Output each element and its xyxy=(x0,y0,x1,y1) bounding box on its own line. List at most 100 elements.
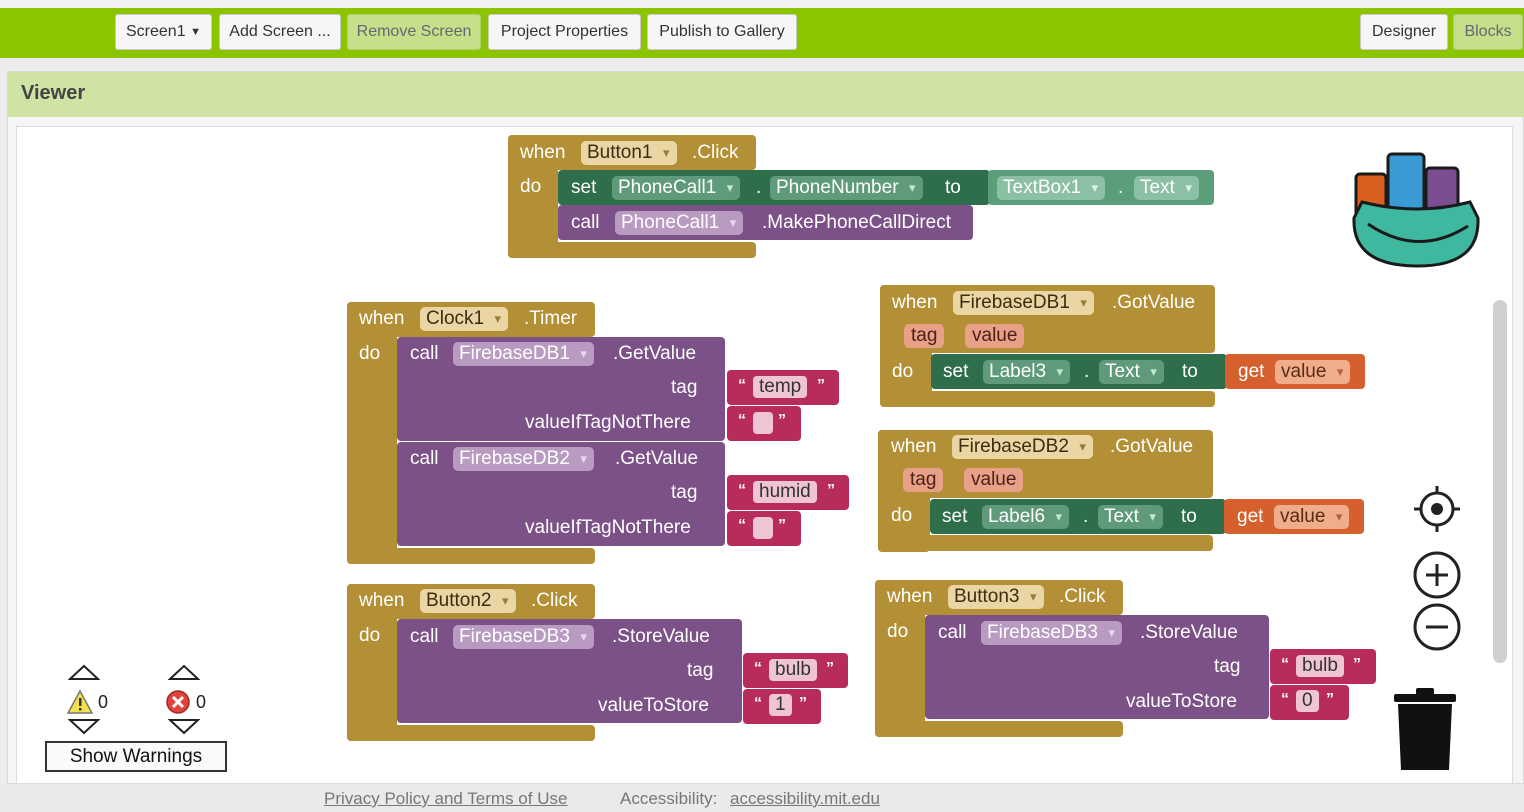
do-label: do xyxy=(891,505,913,526)
empty-text-value[interactable] xyxy=(753,412,773,434)
zoom-in-icon[interactable] xyxy=(1412,550,1462,600)
text-value[interactable]: 1 xyxy=(769,694,792,716)
component-dropdown[interactable]: Clock1 xyxy=(420,307,509,331)
to-label: to xyxy=(945,177,961,198)
workspace-scrollbar[interactable] xyxy=(1493,300,1507,663)
do-label: do xyxy=(520,176,542,197)
quote-icon: “ xyxy=(754,695,762,712)
to-label: to xyxy=(1181,506,1197,527)
text-value[interactable]: humid xyxy=(753,481,817,503)
zoom-out-icon[interactable] xyxy=(1412,602,1462,652)
tag-label: tag xyxy=(671,482,698,503)
project-properties-button[interactable]: Project Properties xyxy=(488,14,641,50)
call-component-dropdown[interactable]: FirebaseDB2 xyxy=(453,447,594,471)
warning-prev-icon[interactable] xyxy=(68,664,100,680)
get-label: get xyxy=(1238,361,1265,382)
quote-icon: ” xyxy=(817,377,825,394)
quote-icon: “ xyxy=(1281,656,1289,673)
warning-icon xyxy=(66,689,94,715)
text-value[interactable]: bulb xyxy=(1296,655,1344,677)
value-if-tag-label: valueIfTagNotThere xyxy=(525,517,691,538)
center-icon[interactable] xyxy=(1412,484,1462,534)
set-label: set xyxy=(571,177,597,198)
trash-icon[interactable] xyxy=(1392,688,1458,772)
get-property-dropdown[interactable]: Text xyxy=(1134,176,1199,200)
component-dropdown[interactable]: Button2 xyxy=(420,589,516,613)
set-label: set xyxy=(943,361,969,382)
method-label: .StoreValue xyxy=(612,626,710,647)
accessibility-link[interactable]: accessibility.mit.edu xyxy=(730,789,880,809)
method-label: .MakePhoneCallDirect xyxy=(762,212,952,233)
call-component-dropdown[interactable]: FirebaseDB3 xyxy=(453,625,594,649)
call-component-dropdown[interactable]: FirebaseDB1 xyxy=(453,342,594,366)
error-icon xyxy=(165,689,191,715)
variable-dropdown[interactable]: value xyxy=(1275,360,1351,384)
variable-dropdown[interactable]: value xyxy=(1274,505,1350,529)
screen-selector[interactable]: Screen1 ▼ xyxy=(115,14,212,50)
publish-gallery-button[interactable]: Publish to Gallery xyxy=(647,14,797,50)
call-label: call xyxy=(938,622,967,643)
dot-label: . xyxy=(756,177,762,198)
get-label: get xyxy=(1237,506,1264,527)
text-value[interactable]: 0 xyxy=(1296,690,1319,712)
remove-screen-button[interactable]: Remove Screen xyxy=(347,14,481,50)
warning-next-icon[interactable] xyxy=(68,719,100,735)
dot-label: . xyxy=(1083,506,1089,527)
param-value[interactable]: value xyxy=(964,468,1024,492)
privacy-link[interactable]: Privacy Policy and Terms of Use xyxy=(324,789,567,809)
value-to-store-label: valueToStore xyxy=(1126,691,1237,712)
empty-text-value[interactable] xyxy=(753,517,773,539)
call-label: call xyxy=(410,343,439,364)
call-component-dropdown[interactable]: FirebaseDB3 xyxy=(981,621,1122,645)
text-value[interactable]: bulb xyxy=(769,659,817,681)
error-count: 0 xyxy=(196,692,207,712)
set-component-dropdown[interactable]: Label6 xyxy=(982,505,1070,529)
get-component-dropdown[interactable]: TextBox1 xyxy=(997,176,1106,200)
param-tag[interactable]: tag xyxy=(904,324,945,348)
event-label: .GotValue xyxy=(1110,436,1194,457)
call-component-dropdown[interactable]: PhoneCall1 xyxy=(615,211,744,235)
do-label: do xyxy=(892,361,914,382)
to-label: to xyxy=(1182,361,1198,382)
set-property-dropdown[interactable]: PhoneNumber xyxy=(770,176,923,200)
value-if-tag-label: valueIfTagNotThere xyxy=(525,412,691,433)
call-label: call xyxy=(410,448,439,469)
designer-button[interactable]: Designer xyxy=(1360,14,1448,50)
event-label: .GotValue xyxy=(1112,292,1196,313)
component-dropdown[interactable]: Button1 xyxy=(581,141,677,165)
text-value[interactable]: temp xyxy=(753,376,808,398)
quote-icon: ” xyxy=(826,660,834,677)
do-label: do xyxy=(359,625,381,646)
event-footer xyxy=(347,725,595,741)
event-footer xyxy=(347,548,595,564)
quote-icon: ” xyxy=(778,412,786,429)
set-component-dropdown[interactable]: PhoneCall1 xyxy=(612,176,741,200)
set-property-dropdown[interactable]: Text xyxy=(1099,360,1164,384)
backpack-icon[interactable] xyxy=(1348,146,1484,272)
screen-selector-label: Screen1 xyxy=(126,23,186,40)
quote-icon: “ xyxy=(738,377,746,394)
show-warnings-button[interactable]: Show Warnings xyxy=(45,741,227,772)
event-label: .Click xyxy=(531,590,578,611)
component-dropdown[interactable]: FirebaseDB2 xyxy=(952,435,1093,459)
error-next-icon[interactable] xyxy=(168,719,200,735)
quote-icon: “ xyxy=(754,660,762,677)
component-dropdown[interactable]: Button3 xyxy=(948,585,1044,609)
when-label: when xyxy=(891,436,937,457)
event-footer xyxy=(508,242,756,258)
event-label: .Click xyxy=(1059,586,1106,607)
when-label: when xyxy=(359,590,405,611)
param-tag[interactable]: tag xyxy=(903,468,944,492)
component-dropdown[interactable]: FirebaseDB1 xyxy=(953,291,1094,315)
add-screen-button[interactable]: Add Screen ... xyxy=(219,14,341,50)
set-label: set xyxy=(942,506,968,527)
error-prev-icon[interactable] xyxy=(168,664,200,680)
blocks-button[interactable]: Blocks xyxy=(1453,14,1523,50)
tag-label: tag xyxy=(1214,656,1241,677)
set-property-dropdown[interactable]: Text xyxy=(1098,505,1163,529)
dot-label: . xyxy=(1118,177,1124,198)
set-component-dropdown[interactable]: Label3 xyxy=(983,360,1071,384)
do-label: do xyxy=(359,343,381,364)
param-value[interactable]: value xyxy=(965,324,1025,348)
value-to-store-label: valueToStore xyxy=(598,695,709,716)
